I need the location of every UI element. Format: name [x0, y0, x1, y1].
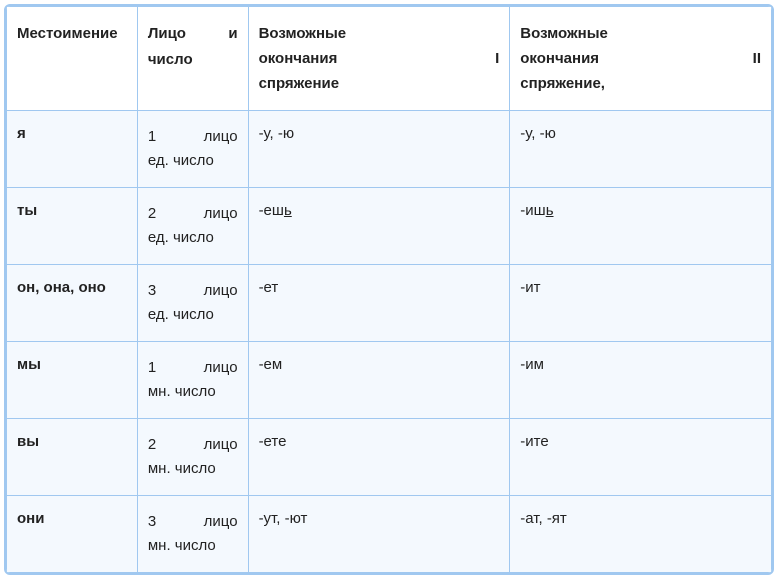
- cell-endings-2: -ат, -ят: [510, 496, 772, 573]
- table-row: я 1 лицо ед. число -у, -ю -у, -ю: [7, 111, 772, 188]
- cell-endings-2: -у, -ю: [510, 111, 772, 188]
- cell-endings-2: -ите: [510, 419, 772, 496]
- cell-endings-2: -ит: [510, 265, 772, 342]
- cell-person: 3 лицо мн. число: [137, 496, 248, 573]
- cell-person: 3 лицо ед. число: [137, 265, 248, 342]
- cell-pronoun: ты: [7, 188, 138, 265]
- table-row: он, она, оно 3 лицо ед. число -ет -ит: [7, 265, 772, 342]
- header-endings2-line2-right: II: [753, 47, 761, 71]
- conjugation-table-wrapper: Местоимение Лицо и число Возможные оконч…: [4, 4, 774, 575]
- cell-endings-1: -ете: [248, 419, 510, 496]
- ending2-text: -ите: [520, 433, 548, 450]
- cell-person-line1: 3 лицо: [148, 510, 238, 534]
- cell-endings-1: -ешь: [248, 188, 510, 265]
- table-row: они 3 лицо мн. число -ут, -ют -ат, -ят: [7, 496, 772, 573]
- header-pronoun: Местоимение: [7, 7, 138, 111]
- cell-person-word: лицо: [204, 510, 238, 534]
- header-endings-1: Возможные окончания I спряжение: [248, 7, 510, 111]
- cell-endings-2: -им: [510, 342, 772, 419]
- ending1-text: -у, -ю: [259, 125, 295, 142]
- ending1-text: -ем: [259, 356, 283, 373]
- header-endings-2: Возможные окончания II спряжение,: [510, 7, 772, 111]
- header-person: Лицо и число: [137, 7, 248, 111]
- cell-person-line2: мн. число: [148, 534, 238, 558]
- header-endings2-line3: спряжение,: [520, 71, 761, 97]
- header-endings2-line2-left: окончания: [520, 47, 599, 71]
- ending2-text: -им: [520, 356, 544, 373]
- cell-person-num: 3: [148, 510, 156, 534]
- table-header-row: Местоимение Лицо и число Возможные оконч…: [7, 7, 772, 111]
- cell-person-line1: 1 лицо: [148, 356, 238, 380]
- table-row: вы 2 лицо мн. число -ете -ите: [7, 419, 772, 496]
- cell-endings-1: -у, -ю: [248, 111, 510, 188]
- cell-endings-1: -ем: [248, 342, 510, 419]
- header-endings1-line2: окончания I: [259, 47, 500, 71]
- cell-person-line1: 2 лицо: [148, 433, 238, 457]
- cell-person-word: лицо: [204, 356, 238, 380]
- cell-person-word: лицо: [204, 279, 238, 303]
- cell-person-line2: мн. число: [148, 457, 238, 481]
- cell-person-line1: 1 лицо: [148, 125, 238, 149]
- cell-pronoun: вы: [7, 419, 138, 496]
- cell-person: 1 лицо мн. число: [137, 342, 248, 419]
- cell-person-line2: ед. число: [148, 303, 238, 327]
- cell-person-num: 2: [148, 202, 156, 226]
- cell-person-num: 1: [148, 125, 156, 149]
- cell-pronoun: они: [7, 496, 138, 573]
- ending2-text: -у, -ю: [520, 125, 556, 142]
- header-endings2-line2: окончания II: [520, 47, 761, 71]
- ending1-text: -ете: [259, 433, 287, 450]
- header-endings2-line1: Возможные: [520, 21, 761, 47]
- cell-person: 2 лицо мн. число: [137, 419, 248, 496]
- ending1-text: -ет: [259, 279, 279, 296]
- cell-pronoun: мы: [7, 342, 138, 419]
- header-endings1-line3: спряжение: [259, 71, 500, 97]
- cell-person: 1 лицо ед. число: [137, 111, 248, 188]
- cell-person-line1: 3 лицо: [148, 279, 238, 303]
- cell-person-line2: мн. число: [148, 380, 238, 404]
- cell-pronoun: я: [7, 111, 138, 188]
- ending2-underline: ь: [546, 202, 554, 219]
- cell-person-line1: 2 лицо: [148, 202, 238, 226]
- table-row: мы 1 лицо мн. число -ем -им: [7, 342, 772, 419]
- cell-person-line2: ед. число: [148, 226, 238, 250]
- cell-endings-1: -ет: [248, 265, 510, 342]
- cell-person-word: лицо: [204, 433, 238, 457]
- table-row: ты 2 лицо ед. число -ешь -ишь: [7, 188, 772, 265]
- cell-person-num: 2: [148, 433, 156, 457]
- conjugation-table: Местоимение Лицо и число Возможные оконч…: [6, 6, 772, 573]
- cell-endings-2: -ишь: [510, 188, 772, 265]
- ending1-underline: ь: [284, 202, 292, 219]
- header-pronoun-text: Местоимение: [17, 25, 118, 42]
- header-endings1-line2-left: окончания: [259, 47, 338, 71]
- cell-person-line2: ед. число: [148, 149, 238, 173]
- cell-person: 2 лицо ед. число: [137, 188, 248, 265]
- header-endings1-line1: Возможные: [259, 21, 500, 47]
- cell-person-num: 1: [148, 356, 156, 380]
- cell-endings-1: -ут, -ют: [248, 496, 510, 573]
- cell-person-word: лицо: [204, 202, 238, 226]
- ending1-text: -еш: [259, 202, 284, 219]
- ending2-text: -ит: [520, 279, 540, 296]
- cell-pronoun: он, она, оно: [7, 265, 138, 342]
- cell-person-word: лицо: [204, 125, 238, 149]
- cell-person-num: 3: [148, 279, 156, 303]
- ending2-text: -иш: [520, 202, 545, 219]
- header-endings1-line2-right: I: [495, 47, 499, 71]
- header-person-text: Лицо и число: [148, 21, 238, 72]
